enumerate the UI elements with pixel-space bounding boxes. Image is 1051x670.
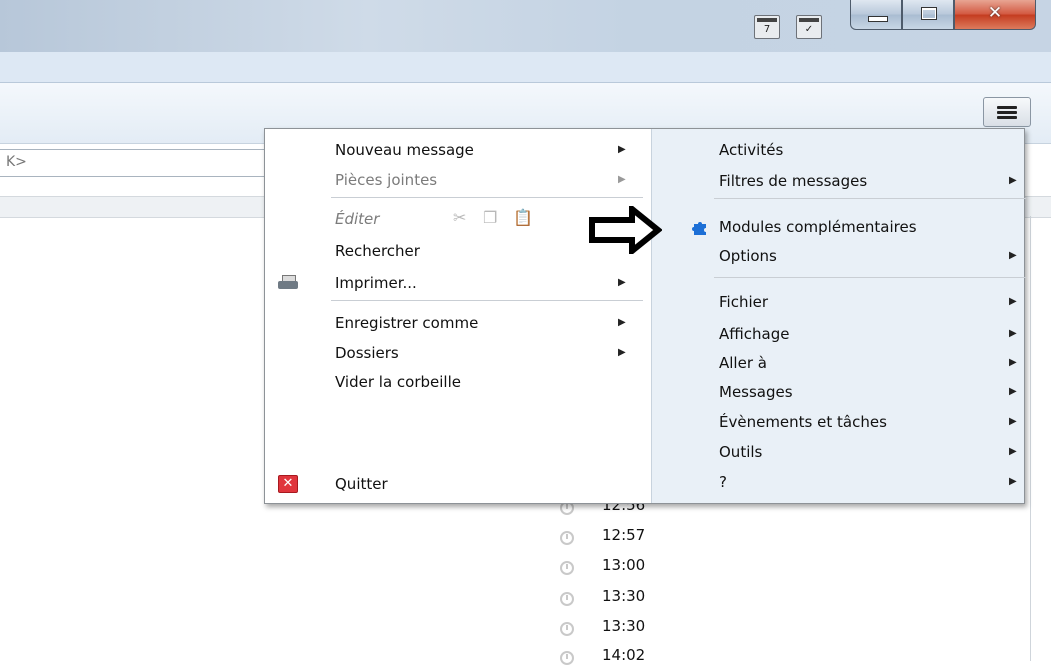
menu-item-options[interactable]: Options ▶ xyxy=(719,243,1024,269)
menu-item-imprimer[interactable]: Imprimer... ▶ xyxy=(265,270,635,296)
submenu-arrow-icon: ▶ xyxy=(618,317,626,328)
clock-icon xyxy=(560,561,574,575)
tasks-icon[interactable]: ✓ xyxy=(796,15,822,39)
menu-item-evenements-taches[interactable]: Évènements et tâches ▶ xyxy=(719,409,1024,435)
menu-separator xyxy=(714,277,1026,278)
clock-icon xyxy=(560,531,574,545)
puzzle-icon xyxy=(692,222,706,235)
app-menu-popup: Nouveau message ▶ Pièces jointes ▶ Édite… xyxy=(264,128,1026,504)
menu-separator xyxy=(714,198,1026,199)
menu-item-aller-a[interactable]: Aller à ▶ xyxy=(719,350,1024,376)
menu-item-vider-corbeille[interactable]: Vider la corbeille xyxy=(335,369,635,395)
list-item[interactable]: 12:57 xyxy=(560,526,680,550)
list-item[interactable]: 13:00 xyxy=(560,556,680,580)
minimize-icon xyxy=(868,16,888,22)
close-button[interactable]: ✕ xyxy=(954,0,1036,30)
app-menu-left-column: Nouveau message ▶ Pièces jointes ▶ Édite… xyxy=(265,129,651,503)
maximize-button[interactable] xyxy=(902,0,954,30)
app-menu-right-column: Activités Filtres de messages ▶ Modules … xyxy=(651,129,1026,503)
submenu-arrow-icon: ▶ xyxy=(1009,250,1017,261)
submenu-arrow-icon: ▶ xyxy=(618,347,626,358)
maximize-icon xyxy=(921,7,937,20)
menu-item-quitter[interactable]: ✕ Quitter xyxy=(265,471,635,497)
quit-icon: ✕ xyxy=(278,475,298,493)
clock-icon xyxy=(560,622,574,636)
time-label: 13:00 xyxy=(602,556,646,574)
window-titlebar: 7 ✓ ✕ xyxy=(0,0,1051,52)
submenu-arrow-icon: ▶ xyxy=(1009,357,1017,368)
menu-separator xyxy=(331,300,643,301)
time-label: 13:30 xyxy=(602,617,646,635)
time-label: 13:30 xyxy=(602,587,646,605)
submenu-arrow-icon: ▶ xyxy=(618,144,626,155)
list-item[interactable]: 14:02 xyxy=(560,646,680,670)
list-item[interactable]: 13:30 xyxy=(560,587,680,611)
time-label: 14:02 xyxy=(602,646,646,664)
submenu-arrow-icon: ▶ xyxy=(1009,476,1017,487)
tab-bar xyxy=(0,52,1051,83)
clock-icon xyxy=(560,592,574,606)
menu-item-pieces-jointes[interactable]: Pièces jointes ▶ xyxy=(335,167,635,193)
menu-item-dossiers[interactable]: Dossiers ▶ xyxy=(335,340,635,366)
menu-item-fichier[interactable]: Fichier ▶ xyxy=(719,289,1024,315)
close-icon: ✕ xyxy=(987,3,1003,23)
printer-icon xyxy=(278,275,300,291)
submenu-arrow-icon: ▶ xyxy=(1009,175,1017,186)
menu-item-enregistrer-comme[interactable]: Enregistrer comme ▶ xyxy=(335,310,635,336)
time-label: 12:57 xyxy=(602,526,646,544)
pane-divider xyxy=(1030,216,1031,661)
clock-icon xyxy=(560,651,574,665)
submenu-arrow-icon: ▶ xyxy=(1009,416,1017,427)
menu-item-messages[interactable]: Messages ▶ xyxy=(719,379,1024,405)
hamburger-icon xyxy=(997,106,1017,109)
menu-item-activites[interactable]: Activités xyxy=(719,137,1019,163)
menu-item-filtres-messages[interactable]: Filtres de messages ▶ xyxy=(719,168,1024,194)
menu-item-nouveau-message[interactable]: Nouveau message ▶ xyxy=(335,137,635,163)
menu-item-aide[interactable]: ? ▶ xyxy=(719,469,1024,495)
list-item[interactable]: 13:30 xyxy=(560,617,680,641)
submenu-arrow-icon: ▶ xyxy=(1009,328,1017,339)
minimize-button[interactable] xyxy=(850,0,902,30)
menu-separator xyxy=(331,197,643,198)
submenu-arrow-icon: ▶ xyxy=(1009,296,1017,307)
search-input[interactable]: K> xyxy=(0,149,300,177)
annotation-arrow-icon xyxy=(589,206,662,254)
submenu-arrow-icon: ▶ xyxy=(1009,446,1017,457)
menu-item-modules-complementaires[interactable]: Modules complémentaires xyxy=(692,214,1024,240)
cut-icon[interactable]: ✂ xyxy=(453,209,469,227)
submenu-arrow-icon: ▶ xyxy=(618,174,626,185)
submenu-arrow-icon: ▶ xyxy=(1009,386,1017,397)
copy-icon[interactable]: ❐ xyxy=(483,209,499,227)
app-menu-button[interactable] xyxy=(983,97,1031,127)
calendar-icon[interactable]: 7 xyxy=(754,15,780,39)
paste-icon[interactable]: 📋 xyxy=(513,209,533,227)
menu-item-outils[interactable]: Outils ▶ xyxy=(719,439,1024,465)
submenu-arrow-icon: ▶ xyxy=(618,277,626,288)
menu-item-affichage[interactable]: Affichage ▶ xyxy=(719,321,1024,347)
